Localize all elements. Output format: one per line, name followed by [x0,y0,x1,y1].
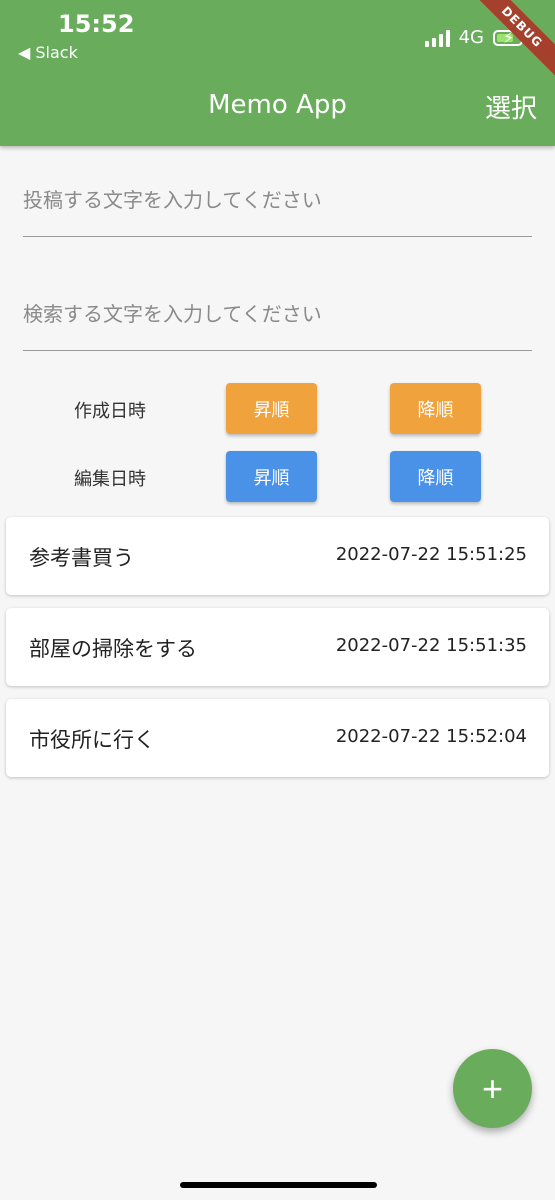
memo-date: 2022-07-22 15:52:04 [335,726,527,747]
memo-card[interactable]: 市役所に行く 2022-07-22 15:52:04 [6,699,549,777]
created-sort-label: 作成日時 [74,401,146,422]
search-field [23,302,532,351]
post-input[interactable] [23,188,532,212]
home-indicator[interactable] [180,1182,377,1188]
memo-date: 2022-07-22 15:51:35 [335,635,527,656]
created-desc-button[interactable]: 降順 [390,383,481,434]
status-time: 15:52 [58,10,135,38]
edited-asc-button[interactable]: 昇順 [226,451,317,502]
signal-icon [424,29,450,47]
page-title: Memo App [208,90,347,120]
memo-date: 2022-07-22 15:51:25 [335,544,527,565]
add-memo-button[interactable]: + [453,1049,532,1128]
plus-icon: + [481,1068,504,1109]
memo-text: 市役所に行く [29,728,155,752]
network-type: 4G [458,27,484,48]
search-input[interactable] [23,302,532,326]
memo-text: 部屋の掃除をする [29,637,197,661]
created-asc-button[interactable]: 昇順 [226,383,317,434]
back-to-slack-link[interactable]: ◀ Slack [18,43,78,62]
select-button[interactable]: 選択 [485,88,537,125]
status-indicators: 4G ⚡ [424,27,526,48]
memo-text: 参考書買う [29,546,134,570]
post-field [23,188,532,237]
memo-card[interactable]: 参考書買う 2022-07-22 15:51:25 [6,517,549,595]
edited-desc-button[interactable]: 降順 [390,451,481,502]
memo-card[interactable]: 部屋の掃除をする 2022-07-22 15:51:35 [6,608,549,686]
edited-sort-label: 編集日時 [74,469,146,490]
app-bar: 15:52 ◀ Slack 4G ⚡ DEBUG Memo App 選択 [0,0,555,146]
